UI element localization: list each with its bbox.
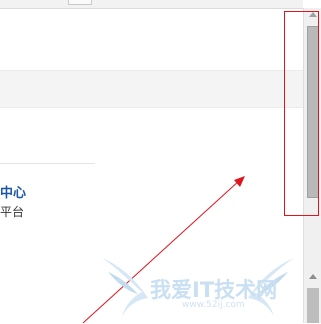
- watermark-url: www.52ij.com: [182, 300, 245, 310]
- watermark: 我爱IT技术网 www.52ij.com: [100, 252, 296, 320]
